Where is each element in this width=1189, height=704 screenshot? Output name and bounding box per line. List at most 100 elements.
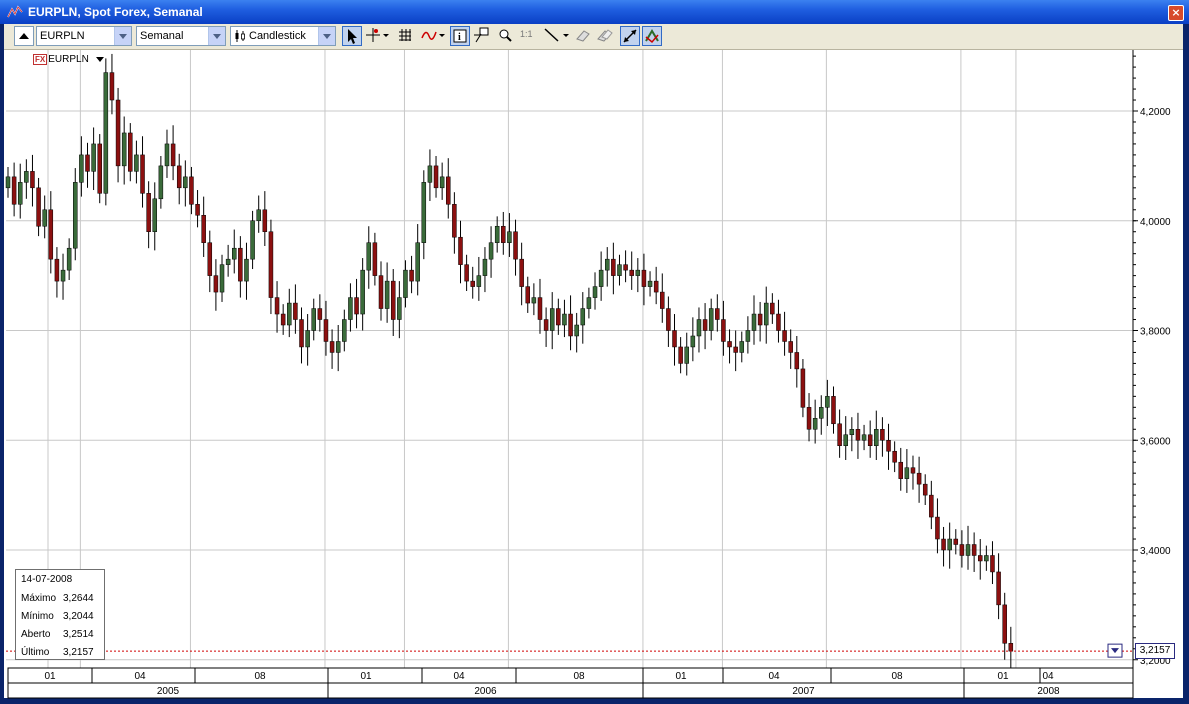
candle-up[interactable]	[843, 434, 848, 446]
candle-down[interactable]	[855, 429, 861, 441]
candle-down[interactable]	[11, 176, 17, 205]
candle-down[interactable]	[470, 280, 475, 287]
candle-down[interactable]	[109, 72, 115, 101]
candle-down[interactable]	[910, 467, 916, 474]
candle-down[interactable]	[935, 516, 940, 540]
candle-up[interactable]	[17, 182, 23, 205]
candle-up[interactable]	[415, 242, 420, 282]
candle-down[interactable]	[794, 352, 800, 370]
candle-down[interactable]	[977, 555, 983, 562]
candle-up[interactable]	[311, 308, 316, 331]
candle-up[interactable]	[739, 341, 745, 353]
candle-down[interactable]	[170, 143, 176, 167]
candle-down[interactable]	[464, 264, 469, 282]
candle-down[interactable]	[916, 472, 922, 485]
candle-up[interactable]	[825, 396, 830, 408]
candle-down[interactable]	[140, 154, 145, 194]
candle-down[interactable]	[776, 313, 781, 331]
candle-down[interactable]	[433, 165, 439, 189]
candle-down[interactable]	[409, 269, 414, 282]
candle-down[interactable]	[556, 308, 561, 326]
candle-down[interactable]	[660, 291, 665, 309]
candle-up[interactable]	[24, 171, 29, 183]
candle-up[interactable]	[225, 258, 231, 265]
candle-up[interactable]	[60, 269, 66, 282]
candle-up[interactable]	[763, 302, 769, 326]
candle-down[interactable]	[929, 494, 934, 518]
candle-down[interactable]	[922, 483, 928, 496]
candle-down[interactable]	[195, 204, 200, 216]
candle-up[interactable]	[965, 544, 971, 556]
candle-up[interactable]	[403, 269, 408, 298]
chevron-down-icon[interactable]	[95, 56, 104, 63]
candle-up[interactable]	[384, 280, 390, 309]
candle-up[interactable]	[244, 258, 249, 282]
candle-down[interactable]	[782, 330, 787, 342]
candle-down[interactable]	[996, 571, 1001, 606]
candle-down[interactable]	[128, 132, 133, 172]
candle-up[interactable]	[134, 154, 139, 172]
candle-down[interactable]	[54, 258, 60, 282]
candle-down[interactable]	[262, 209, 268, 232]
candle-down[interactable]	[97, 143, 102, 194]
candle-down[interactable]	[971, 544, 977, 556]
candle-down[interactable]	[30, 171, 35, 189]
candle-down[interactable]	[537, 297, 543, 320]
candle-up[interactable]	[984, 555, 989, 562]
candle-up[interactable]	[708, 308, 714, 331]
symbol-tag[interactable]: FX EURPLN	[33, 54, 104, 65]
candle-up[interactable]	[904, 467, 910, 479]
candle-down[interactable]	[611, 258, 616, 276]
candle-up[interactable]	[348, 297, 353, 320]
candle-up[interactable]	[305, 330, 310, 348]
price-chart[interactable]: 4,20004,00003,80003,60003,40003,200001 04…	[0, 0, 1189, 704]
candle-down[interactable]	[953, 538, 959, 545]
candle-up[interactable]	[219, 264, 225, 293]
candle-down[interactable]	[390, 280, 396, 320]
candle-up[interactable]	[507, 231, 512, 243]
candle-up[interactable]	[696, 319, 702, 337]
candle-up[interactable]	[91, 143, 96, 172]
candle-down[interactable]	[990, 555, 995, 573]
candle-up[interactable]	[183, 176, 188, 189]
candle-down[interactable]	[268, 231, 274, 298]
candle-down[interactable]	[672, 330, 677, 348]
candle-up[interactable]	[79, 154, 84, 183]
candle-up[interactable]	[812, 418, 818, 430]
candle-up[interactable]	[42, 209, 47, 227]
candle-down[interactable]	[867, 434, 873, 446]
candle-up[interactable]	[366, 242, 372, 271]
candle-up[interactable]	[531, 297, 537, 304]
candle-up[interactable]	[360, 269, 365, 315]
candle-up[interactable]	[874, 429, 879, 446]
candle-down[interactable]	[446, 176, 451, 205]
candle-up[interactable]	[598, 269, 604, 287]
candle-up[interactable]	[751, 313, 757, 331]
candle-down[interactable]	[898, 461, 904, 479]
candle-up[interactable]	[574, 324, 579, 337]
candle-up[interactable]	[647, 280, 653, 287]
candle-up[interactable]	[5, 176, 11, 189]
candle-up[interactable]	[592, 286, 598, 298]
candle-down[interactable]	[329, 341, 335, 353]
candle-down[interactable]	[317, 308, 323, 320]
candle-down[interactable]	[525, 286, 531, 304]
candle-down[interactable]	[372, 242, 378, 276]
candle-down[interactable]	[543, 319, 549, 331]
candle-down[interactable]	[48, 209, 54, 260]
candle-up[interactable]	[494, 225, 500, 243]
candle-down[interactable]	[892, 450, 897, 463]
candle-up[interactable]	[586, 297, 592, 309]
candle-up[interactable]	[342, 319, 347, 342]
candle-down[interactable]	[1008, 643, 1014, 652]
candle-up[interactable]	[604, 258, 610, 271]
candle-down[interactable]	[201, 215, 206, 243]
candle-up[interactable]	[287, 302, 292, 326]
candle-down[interactable]	[727, 341, 732, 348]
candle-up[interactable]	[635, 269, 641, 276]
candle-down[interactable]	[378, 275, 384, 309]
candle-down[interactable]	[623, 264, 628, 271]
candle-down[interactable]	[519, 258, 524, 287]
candle-up[interactable]	[152, 198, 158, 232]
candle-down[interactable]	[629, 269, 634, 276]
